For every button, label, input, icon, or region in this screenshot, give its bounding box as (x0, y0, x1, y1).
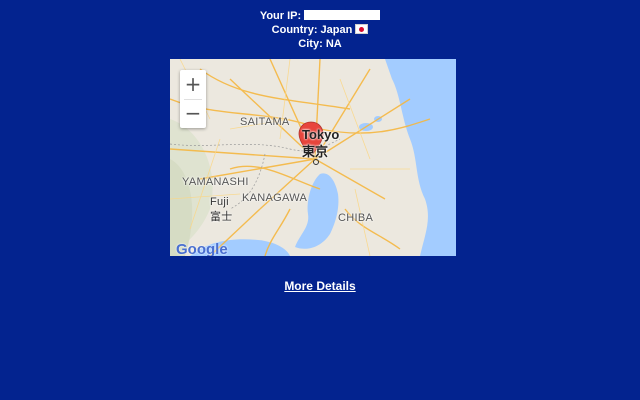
ip-label: Your IP: (259, 10, 302, 22)
ip-info: Your IP: Country: Japan City: NA (0, 9, 640, 51)
japan-flag-icon (355, 24, 369, 34)
map-zoom-control: + − (180, 70, 206, 128)
google-logo[interactable]: Google (176, 241, 228, 256)
country-value: Japan (320, 24, 353, 36)
zoom-out-button[interactable]: − (180, 99, 206, 128)
more-details-link[interactable]: More Details (284, 279, 355, 293)
map-label-chiba: CHIBA (338, 212, 374, 224)
city-value: NA (325, 38, 342, 50)
country-row: Country: Japan (0, 23, 640, 37)
city-label: City: (298, 38, 323, 50)
zoom-divider (184, 99, 202, 100)
ip-value-redacted (304, 10, 381, 20)
map-label-tokyo-en: Tokyo (302, 127, 340, 142)
map-label-kanagawa: KANAGAWA (242, 192, 308, 204)
zoom-in-button[interactable]: + (180, 70, 206, 99)
map-label-yamanashi: YAMANASHI (182, 176, 249, 188)
map-label-tokyo-jp: 東京 (302, 145, 329, 160)
location-map[interactable]: + − SAITAMA Tokyo 東京 YAMANASHI KANAGAWA … (170, 59, 456, 256)
city-row: City: NA (0, 37, 640, 51)
ip-row: Your IP: (0, 9, 640, 23)
map-label-fuji-jp: 富士 (210, 210, 233, 223)
country-label: Country: (271, 24, 318, 36)
more-details-container: More Details (0, 277, 640, 295)
map-label-saitama: SAITAMA (240, 116, 290, 128)
map-label-fuji-en: Fuji (210, 196, 229, 208)
